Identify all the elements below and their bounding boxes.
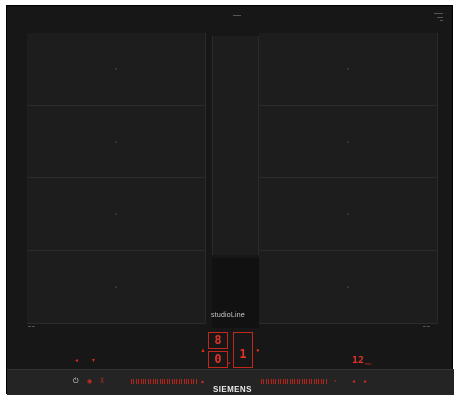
slider-tick: [311, 379, 313, 384]
left-indicator-icon-1: ◂: [75, 358, 79, 364]
timer-unit: min: [365, 361, 372, 366]
slider-tick: [133, 379, 135, 384]
slider-tick: [313, 379, 315, 384]
slider-tick: [166, 379, 168, 384]
left-power-slider[interactable]: [131, 379, 198, 384]
slider-tick: [181, 379, 183, 384]
slider-tick: [195, 379, 197, 384]
slider-tick: [152, 379, 154, 384]
top-center-mark: [233, 15, 241, 16]
lock-icon[interactable]: ◉: [87, 379, 92, 385]
center-bar-icon[interactable]: ▴: [201, 379, 204, 385]
slider-tick: [318, 379, 320, 384]
power-icon[interactable]: ⏻: [73, 378, 79, 385]
slider-tick: [294, 379, 296, 384]
timer-icon[interactable]: ◔: [333, 379, 337, 385]
slider-tick: [308, 379, 310, 384]
product-line-label: studioLine: [211, 312, 245, 319]
slider-tick: [306, 379, 308, 384]
slider-tick: [176, 379, 178, 384]
cooking-zone-left-2[interactable]: [27, 106, 206, 178]
slider-tick: [268, 379, 270, 384]
slider-tick: [154, 379, 156, 384]
slider-tick: [190, 379, 192, 384]
timer-minus-icon[interactable]: ◂: [352, 379, 355, 385]
slider-tick: [325, 379, 327, 384]
left-zone-mark: ▬ ▬: [28, 324, 35, 328]
slider-tick: [280, 379, 282, 384]
slider-tick: [159, 379, 161, 384]
slider-tick: [174, 379, 176, 384]
slider-tick: [263, 379, 265, 384]
slider-tick: [183, 379, 185, 384]
center-right-display[interactable]: 1: [233, 332, 253, 368]
slider-tick: [292, 379, 294, 384]
slider-tick: [185, 379, 187, 384]
slider-tick: [296, 379, 298, 384]
center-small-indicator-icon: ▪: [228, 361, 231, 367]
slider-tick: [135, 379, 137, 384]
cooking-zone-left-3[interactable]: [27, 178, 206, 251]
timer-display[interactable]: 12: [352, 356, 364, 366]
cooking-zone-right-4[interactable]: [259, 251, 438, 324]
slider-tick: [164, 379, 166, 384]
center-right-indicator-icon: ●: [256, 348, 260, 354]
cooking-zone-left-1[interactable]: [27, 33, 206, 106]
slider-tick: [178, 379, 180, 384]
slider-tick: [277, 379, 279, 384]
slider-tick: [171, 379, 173, 384]
center-left-indicator-icon: ▲: [200, 348, 206, 354]
center-top-digit: 8: [214, 333, 222, 347]
cooktop-panel: ▬▬▬ ▬▬ ▬ studioLine ▬ ▬ ▬ ▬ 8 0 1 ▲ ● ▪ ◂ …: [6, 5, 454, 395]
center-top-display[interactable]: 8: [208, 332, 228, 349]
right-power-slider[interactable]: [261, 379, 328, 384]
timer-plus-icon[interactable]: ▸: [364, 379, 367, 385]
slider-tick: [270, 379, 272, 384]
slider-tick: [157, 379, 159, 384]
slider-tick: [131, 379, 132, 384]
slider-tick: [162, 379, 164, 384]
center-left-digit: 0: [214, 352, 222, 366]
slider-tick: [323, 379, 325, 384]
slider-tick: [193, 379, 195, 384]
slider-tick: [282, 379, 284, 384]
slider-tick: [320, 379, 322, 384]
slider-tick: [304, 379, 306, 384]
slider-tick: [140, 379, 142, 384]
slider-tick: [138, 379, 140, 384]
slider-tick: [265, 379, 267, 384]
slider-tick: [142, 379, 144, 384]
slider-tick: [188, 379, 190, 384]
center-right-digit: 1: [239, 347, 247, 361]
left-indicator-icon-2: ▾: [92, 358, 96, 364]
cooking-zone-right-1[interactable]: [259, 33, 438, 106]
cooking-zone-right-2[interactable]: [259, 106, 438, 178]
slider-tick: [147, 379, 149, 384]
zone-select-left-icon[interactable]: ⊼: [100, 379, 104, 385]
slider-tick: [301, 379, 303, 384]
slider-tick: [150, 379, 152, 384]
slider-tick: [275, 379, 277, 384]
slider-tick: [284, 379, 286, 384]
slider-tick: [289, 379, 291, 384]
slider-tick: [169, 379, 171, 384]
slider-tick: [145, 379, 147, 384]
slider-tick: [299, 379, 301, 384]
brand-logo: SIEMENS: [213, 385, 252, 394]
cooking-zone-right-3[interactable]: [259, 178, 438, 251]
slider-tick: [287, 379, 289, 384]
top-right-label: ▬▬▬ ▬▬ ▬: [434, 11, 443, 22]
slider-tick: [315, 379, 317, 384]
slider-tick: [272, 379, 274, 384]
center-zone-strip: [212, 36, 259, 255]
center-left-display[interactable]: 0: [208, 351, 228, 368]
cooking-zone-left-4[interactable]: [27, 251, 206, 324]
slider-tick: [261, 379, 262, 384]
right-zone-mark: ▬ ▬: [423, 324, 430, 328]
